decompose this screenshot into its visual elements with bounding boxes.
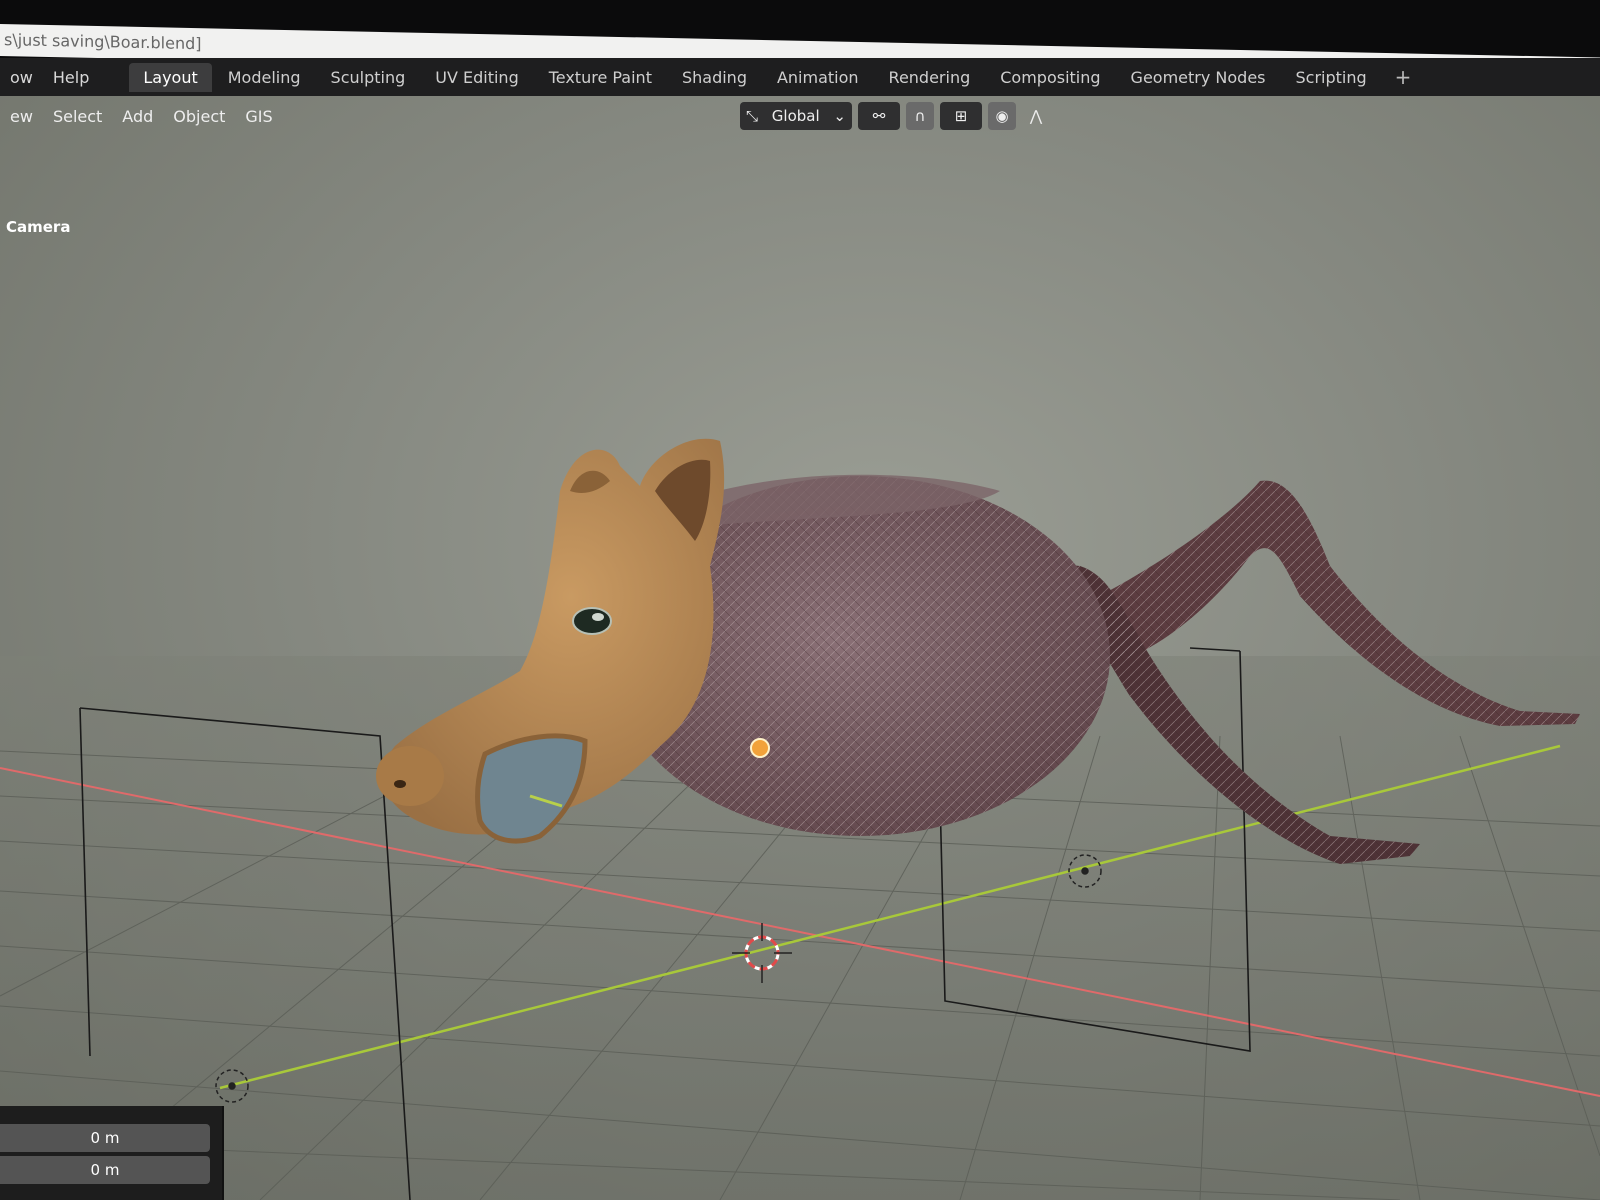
magnet-icon: ∩: [914, 107, 926, 125]
chevron-down-icon: ⌄: [833, 107, 846, 125]
transform-orientation-dropdown[interactable]: ⤡ Global ⌄: [740, 102, 852, 130]
tab-texture-paint[interactable]: Texture Paint: [535, 63, 666, 92]
location-y-field[interactable]: 0 m: [0, 1156, 210, 1184]
tab-scripting[interactable]: Scripting: [1282, 63, 1381, 92]
object-origin-dot: [750, 738, 770, 758]
snap-increment-icon: ⊞: [954, 107, 968, 125]
3d-viewport[interactable]: ew Select Add Object GIS ⤡ Global ⌄ ⚯ ∩ …: [0, 96, 1600, 1200]
blender-window: ow Help Layout Modeling Sculpting UV Edi…: [0, 58, 1600, 1200]
adjust-last-operation-panel: 0 m 0 m: [0, 1106, 224, 1200]
file-path: s\just saving\Boar.blend]: [4, 30, 202, 54]
tab-sculpting[interactable]: Sculpting: [317, 63, 420, 92]
menu-gis[interactable]: GIS: [235, 107, 282, 126]
menu-view[interactable]: ew: [0, 107, 43, 126]
orientation-axes-icon: ⤡: [746, 107, 759, 125]
proportional-editing-icon: ◉: [995, 107, 1009, 125]
orientation-value: Global: [771, 107, 820, 125]
location-x-field[interactable]: 0 m: [0, 1124, 210, 1152]
tab-modeling[interactable]: Modeling: [214, 63, 315, 92]
menu-window[interactable]: ow: [0, 68, 43, 87]
menu-select[interactable]: Select: [43, 107, 112, 126]
scene-canvas[interactable]: [0, 96, 1600, 1200]
snap-toggle[interactable]: ∩: [906, 102, 934, 130]
pivot-point-dropdown[interactable]: ⚯: [858, 102, 900, 130]
link-icon: ⚯: [872, 107, 886, 125]
tab-uv-editing[interactable]: UV Editing: [421, 63, 532, 92]
tab-geometry-nodes[interactable]: Geometry Nodes: [1117, 63, 1280, 92]
menu-help[interactable]: Help: [43, 68, 99, 87]
tab-layout[interactable]: Layout: [129, 62, 212, 92]
snap-target-dropdown[interactable]: ⊞: [940, 102, 982, 130]
tab-shading[interactable]: Shading: [668, 63, 761, 92]
tab-rendering[interactable]: Rendering: [875, 63, 985, 92]
menu-add[interactable]: Add: [112, 107, 163, 126]
tab-animation[interactable]: Animation: [763, 63, 873, 92]
transform-toolbar: ⤡ Global ⌄ ⚯ ∩ ⊞ ◉ ⋀: [740, 102, 1050, 130]
menu-object[interactable]: Object: [163, 107, 235, 126]
add-workspace-button[interactable]: +: [1383, 65, 1424, 89]
viewport-camera-label: Camera: [6, 218, 71, 236]
proportional-editing-toggle[interactable]: ◉: [988, 102, 1016, 130]
falloff-curve-icon: ⋀: [1029, 107, 1043, 125]
top-bar: ow Help Layout Modeling Sculpting UV Edi…: [0, 58, 1600, 96]
falloff-dropdown[interactable]: ⋀: [1022, 102, 1050, 130]
tab-compositing[interactable]: Compositing: [986, 63, 1114, 92]
